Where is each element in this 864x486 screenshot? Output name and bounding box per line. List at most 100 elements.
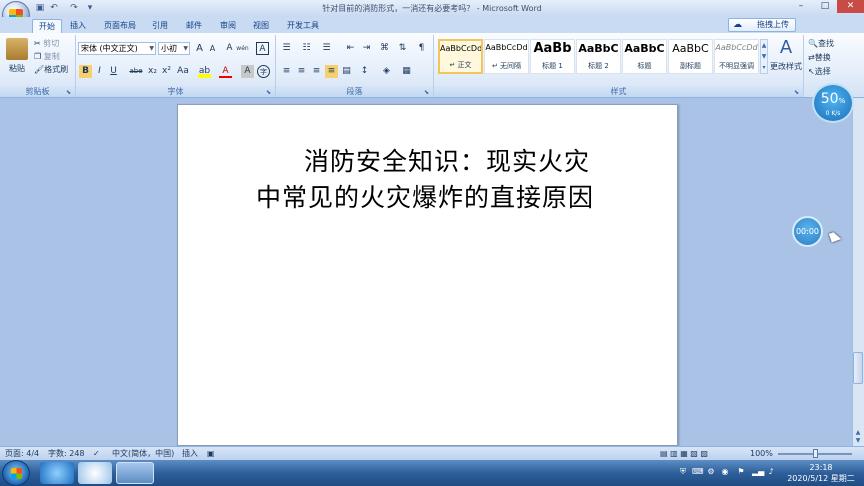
taskbar-baidu-icon[interactable]	[78, 462, 112, 484]
increase-indent-icon[interactable]: ⇥	[360, 42, 373, 55]
document-title[interactable]: 消防安全知识：现实火灾中常见的火灾爆炸的直接原因	[256, 144, 611, 216]
macro-icon[interactable]: ▣	[207, 447, 215, 460]
brush-icon: 🖌	[34, 65, 45, 74]
font-size-combo[interactable]: 小初 ▼	[158, 42, 190, 55]
style-title[interactable]: AaBbC 标题	[622, 39, 667, 74]
next-page-icon[interactable]: ▼	[853, 437, 863, 445]
tray-flag-icon[interactable]: ⚑	[736, 467, 746, 477]
grow-font-icon[interactable]: A	[193, 42, 206, 55]
bullets-icon[interactable]: ☰	[280, 42, 293, 55]
zoom-slider-thumb[interactable]	[813, 449, 818, 458]
tab-review[interactable]: 审阅	[214, 19, 242, 33]
chinese-layout-icon[interactable]: ⌘	[378, 42, 391, 55]
start-button[interactable]	[2, 460, 30, 486]
styles-launcher-icon[interactable]: ⬊	[794, 89, 801, 96]
proofing-icon[interactable]: ✓	[93, 447, 100, 460]
close-button[interactable]: ✕	[837, 0, 864, 13]
tray-app-icon[interactable]: ◉	[720, 467, 730, 477]
font-color-icon[interactable]: A	[219, 65, 232, 78]
select-button[interactable]: ↖选择	[808, 65, 852, 78]
style-heading-2[interactable]: AaBbC 标题 2	[576, 39, 621, 74]
multilevel-list-icon[interactable]: ☰	[320, 42, 333, 55]
clear-format-icon[interactable]: A	[223, 42, 236, 55]
enclose-char-icon[interactable]: 字	[257, 65, 270, 78]
customize-quick-access-icon[interactable]: ▾	[84, 2, 96, 14]
language-indicator[interactable]: 中文(简体，中国)	[112, 447, 174, 460]
justify-icon[interactable]: ≡	[325, 65, 338, 78]
insert-mode[interactable]: 插入	[182, 447, 198, 460]
tab-references[interactable]: 引用	[146, 19, 174, 33]
vertical-scrollbar[interactable]	[852, 98, 864, 446]
align-left-icon[interactable]: ≡	[280, 65, 293, 78]
char-border-icon[interactable]: A	[256, 42, 269, 55]
paragraph-launcher-icon[interactable]: ⬊	[424, 89, 431, 96]
underline-icon[interactable]: U	[107, 65, 120, 78]
maximize-button[interactable]: □	[813, 0, 837, 13]
taskbar-ie-icon[interactable]	[40, 462, 74, 484]
timer-widget[interactable]: 00:00	[792, 216, 823, 247]
taskbar-clock[interactable]: 23:18 2020/5/12 星期二	[778, 462, 864, 484]
decrease-indent-icon[interactable]: ⇤	[344, 42, 357, 55]
format-painter-button[interactable]: 🖌格式刷	[34, 63, 74, 76]
style-subtitle[interactable]: AaBbC 副标题	[668, 39, 713, 74]
cut-button[interactable]: ✂ 剪切	[34, 37, 74, 50]
tray-shield-icon[interactable]: ⛨	[678, 467, 688, 477]
styles-scroll[interactable]: ▲ ▼ ▾	[760, 39, 768, 74]
tab-home[interactable]: 开始	[32, 19, 62, 33]
find-button[interactable]: 🔍查找	[808, 37, 852, 50]
tab-developer[interactable]: 开发工具	[281, 19, 325, 33]
shading-icon[interactable]: ◈	[380, 65, 393, 78]
zoom-level[interactable]: 100%	[750, 447, 773, 460]
network-speed-widget[interactable]: 50% 0 K/s	[812, 83, 854, 123]
style-heading-1[interactable]: AaBb 标题 1	[530, 39, 575, 74]
change-case-icon[interactable]: Aa	[175, 65, 191, 78]
line-spacing-icon[interactable]: ↕	[358, 65, 371, 78]
tab-insert[interactable]: 插入	[64, 19, 92, 33]
taskbar-word-icon[interactable]	[116, 462, 154, 484]
align-center-icon[interactable]: ≡	[295, 65, 308, 78]
upload-button[interactable]: ☁ 拖拽上传	[728, 18, 796, 32]
numbering-icon[interactable]: ☷	[300, 42, 313, 55]
redo-icon[interactable]: ↷	[68, 2, 80, 14]
save-icon[interactable]: ▣	[34, 2, 46, 14]
tray-volume-icon[interactable]: ♪	[766, 467, 776, 477]
font-name-combo[interactable]: 宋体 (中文正文) ▼	[78, 42, 156, 55]
sort-icon[interactable]: ⇅	[396, 42, 409, 55]
char-shading-icon[interactable]: A	[241, 65, 254, 78]
style-normal[interactable]: AaBbCcDd ↵ 正文	[438, 39, 483, 74]
phonetic-guide-icon[interactable]: wén	[236, 42, 249, 55]
clipboard-launcher-icon[interactable]: ⬊	[66, 89, 73, 96]
minimize-button[interactable]: –	[789, 0, 813, 13]
tab-page-layout[interactable]: 页面布局	[98, 19, 142, 33]
italic-icon[interactable]: I	[93, 65, 106, 78]
copy-button[interactable]: ❐ 复制	[34, 50, 74, 63]
style-subtle-emphasis[interactable]: AaBbCcDd 不明显强调	[714, 39, 759, 74]
tray-network-icon[interactable]: ▂▄	[752, 467, 764, 477]
bold-icon[interactable]: B	[79, 65, 92, 78]
tray-keyboard-icon[interactable]: ⌨	[692, 467, 704, 477]
superscript-icon[interactable]: x²	[160, 65, 173, 78]
paste-button[interactable]: 粘贴	[4, 62, 30, 75]
show-marks-icon[interactable]: ¶	[415, 42, 428, 55]
view-buttons[interactable]: ▤ ▥ ▦ ▧ ▨	[660, 447, 708, 460]
strikethrough-icon[interactable]: abe	[128, 65, 144, 78]
align-right-icon[interactable]: ≡	[310, 65, 323, 78]
borders-icon[interactable]: ▦	[400, 65, 413, 78]
prev-page-icon[interactable]: ▲	[853, 429, 863, 437]
tab-view[interactable]: 视图	[247, 19, 275, 33]
highlight-icon[interactable]: ab	[198, 65, 211, 78]
replace-button[interactable]: ⇄替换	[808, 51, 852, 64]
shrink-font-icon[interactable]: A	[206, 42, 219, 55]
scroll-thumb[interactable]	[853, 352, 863, 384]
change-styles-button[interactable]: 更改样式	[768, 60, 804, 73]
document-page[interactable]: 消防安全知识：现实火灾中常见的火灾爆炸的直接原因	[177, 104, 678, 446]
subscript-icon[interactable]: x₂	[146, 65, 159, 78]
font-launcher-icon[interactable]: ⬊	[266, 89, 273, 96]
tray-settings-icon[interactable]: ⚙	[706, 467, 716, 477]
distributed-icon[interactable]: ▤	[340, 65, 353, 78]
word-count[interactable]: 字数: 248	[48, 447, 85, 460]
tab-mailings[interactable]: 邮件	[180, 19, 208, 33]
undo-icon[interactable]: ↶	[48, 2, 60, 14]
page-count[interactable]: 页面: 4/4	[5, 447, 39, 460]
style-no-spacing[interactable]: AaBbCcDd ↵ 无间隔	[484, 39, 529, 74]
